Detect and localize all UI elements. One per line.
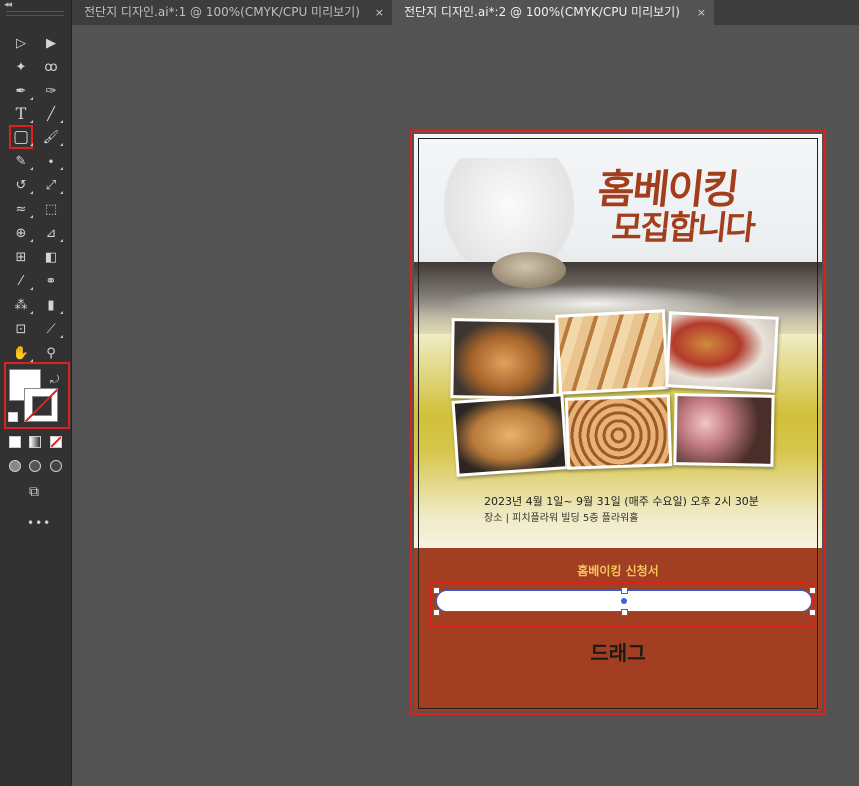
color-mode-icon[interactable]: [9, 436, 21, 448]
artboard-tool-icon[interactable]: ⊡: [11, 319, 31, 339]
blend-tool-icon[interactable]: ⚭: [41, 271, 61, 291]
pen-tool-icon[interactable]: ✒: [11, 81, 33, 101]
center-point-icon[interactable]: [621, 598, 627, 604]
photo-sliced-loaf: [554, 309, 670, 395]
photo-cupcakes: [673, 393, 775, 467]
shaper-tool-icon[interactable]: ✎: [11, 151, 33, 171]
application-title: 홈베이킹 신청서: [577, 564, 659, 578]
perspective-grid-tool-icon[interactable]: ⊿: [41, 223, 63, 243]
tab-document-2[interactable]: 전단지 디자인.ai*:2 @ 100%(CMYK/CPU 미리보기) ×: [392, 0, 714, 25]
title-line-2: 모집합니다: [609, 208, 756, 247]
curvature-tool-icon[interactable]: ✑: [41, 81, 61, 101]
flyer-title: 홈베이킹 모집합니다: [592, 166, 822, 247]
edit-toolbar-button[interactable]: •••: [27, 516, 51, 530]
tab-document-1[interactable]: 전단지 디자인.ai*:1 @ 100%(CMYK/CPU 미리보기) ×: [72, 0, 392, 25]
resize-handle-top-left[interactable]: [433, 587, 440, 594]
photo-bread-rolls: [450, 318, 558, 400]
magic-wand-tool-icon[interactable]: ✦: [11, 57, 31, 77]
panel-grip[interactable]: [6, 11, 64, 16]
symbol-sprayer-tool-icon[interactable]: ⁂: [11, 295, 33, 315]
draw-behind-icon[interactable]: [29, 460, 41, 472]
hand-tool-icon[interactable]: ✋: [11, 343, 33, 363]
artboard[interactable]: 홈베이킹 모집합니다 2023년 4월 1일~ 9월 31일 (매주 수요일) …: [414, 134, 822, 711]
resize-handle-top-right[interactable]: [809, 587, 816, 594]
photo-cookies-milk: [665, 311, 779, 393]
close-icon[interactable]: ×: [375, 0, 384, 25]
line-segment-tool-icon[interactable]: ╱: [41, 104, 63, 124]
paintbrush-tool-icon[interactable]: 🖌: [41, 127, 63, 147]
resize-handle-bottom-right[interactable]: [809, 609, 816, 616]
width-tool-icon[interactable]: ≈: [11, 199, 33, 219]
swap-fill-stroke-icon[interactable]: ⤾: [50, 373, 59, 387]
resize-handle-bottom-center[interactable]: [621, 609, 628, 616]
document-tabs: 전단지 디자인.ai*:1 @ 100%(CMYK/CPU 미리보기) × 전단…: [72, 0, 859, 25]
photo-cinnamon-roll: [564, 394, 673, 470]
application-section: 홈베이킹 신청서 드래그: [414, 548, 822, 711]
zoom-tool-icon[interactable]: ⚲: [41, 343, 61, 363]
drag-label: 드래그: [590, 641, 646, 665]
rotate-tool-icon[interactable]: ↺: [11, 175, 33, 195]
none-slash-icon: [25, 389, 57, 421]
draw-inside-icon[interactable]: [50, 460, 62, 472]
resize-handle-top-center[interactable]: [621, 587, 628, 594]
screen-mode-icon[interactable]: ⧉: [24, 482, 44, 502]
tools-panel: ◂◂ ▷ ▶ ✦ ꝏ ✒ ✑ T ╱ ▢ 🖌 ✎ ⬩ ↺ ⤢ ≈ ⬚ ⊕ ⊿ ⊞…: [0, 0, 72, 786]
scale-tool-icon[interactable]: ⤢: [41, 175, 63, 195]
lasso-tool-icon[interactable]: ꝏ: [41, 57, 61, 77]
photo-braided-bread: [451, 393, 569, 477]
event-place: 장소 | 피치플라워 빌딩 5층 플라워홀: [484, 513, 639, 524]
column-graph-tool-icon[interactable]: ▮: [41, 295, 63, 315]
title-line-1: 홈베이킹: [595, 166, 740, 213]
slice-tool-icon[interactable]: ⟋: [41, 319, 63, 339]
gradient-tool-icon[interactable]: ◧: [41, 247, 61, 267]
none-mode-icon[interactable]: [50, 436, 62, 448]
dough-ball: [492, 252, 566, 288]
shape-builder-tool-icon[interactable]: ⊕: [11, 223, 33, 243]
direct-selection-tool-icon[interactable]: ▶: [41, 33, 61, 53]
tab-label: 전단지 디자인.ai*:1 @ 100%(CMYK/CPU 미리보기): [84, 5, 360, 19]
close-icon[interactable]: ×: [697, 0, 706, 25]
tab-label: 전단지 디자인.ai*:2 @ 100%(CMYK/CPU 미리보기): [404, 5, 680, 19]
eyedropper-tool-icon[interactable]: ⁄: [11, 271, 33, 291]
type-tool-icon[interactable]: T: [11, 104, 33, 124]
free-transform-tool-icon[interactable]: ⬚: [41, 199, 61, 219]
rounded-rectangle-tool-icon[interactable]: ▢: [9, 125, 33, 149]
collapse-panel-icon[interactable]: ◂◂: [4, 0, 12, 10]
eraser-tool-icon[interactable]: ⬩: [41, 151, 63, 171]
fill-stroke-widget: ⤾: [4, 362, 70, 429]
stroke-swatch[interactable]: [24, 388, 58, 422]
event-date: 2023년 4월 1일~ 9월 31일 (매주 수요일) 오후 2시 30분: [484, 495, 759, 508]
mesh-tool-icon[interactable]: ⊞: [11, 247, 31, 267]
default-colors-icon[interactable]: [8, 412, 18, 422]
gradient-mode-icon[interactable]: [29, 436, 41, 448]
draw-normal-icon[interactable]: [9, 460, 21, 472]
resize-handle-bottom-left[interactable]: [433, 609, 440, 616]
selection-tool-icon[interactable]: ▷: [11, 33, 31, 53]
